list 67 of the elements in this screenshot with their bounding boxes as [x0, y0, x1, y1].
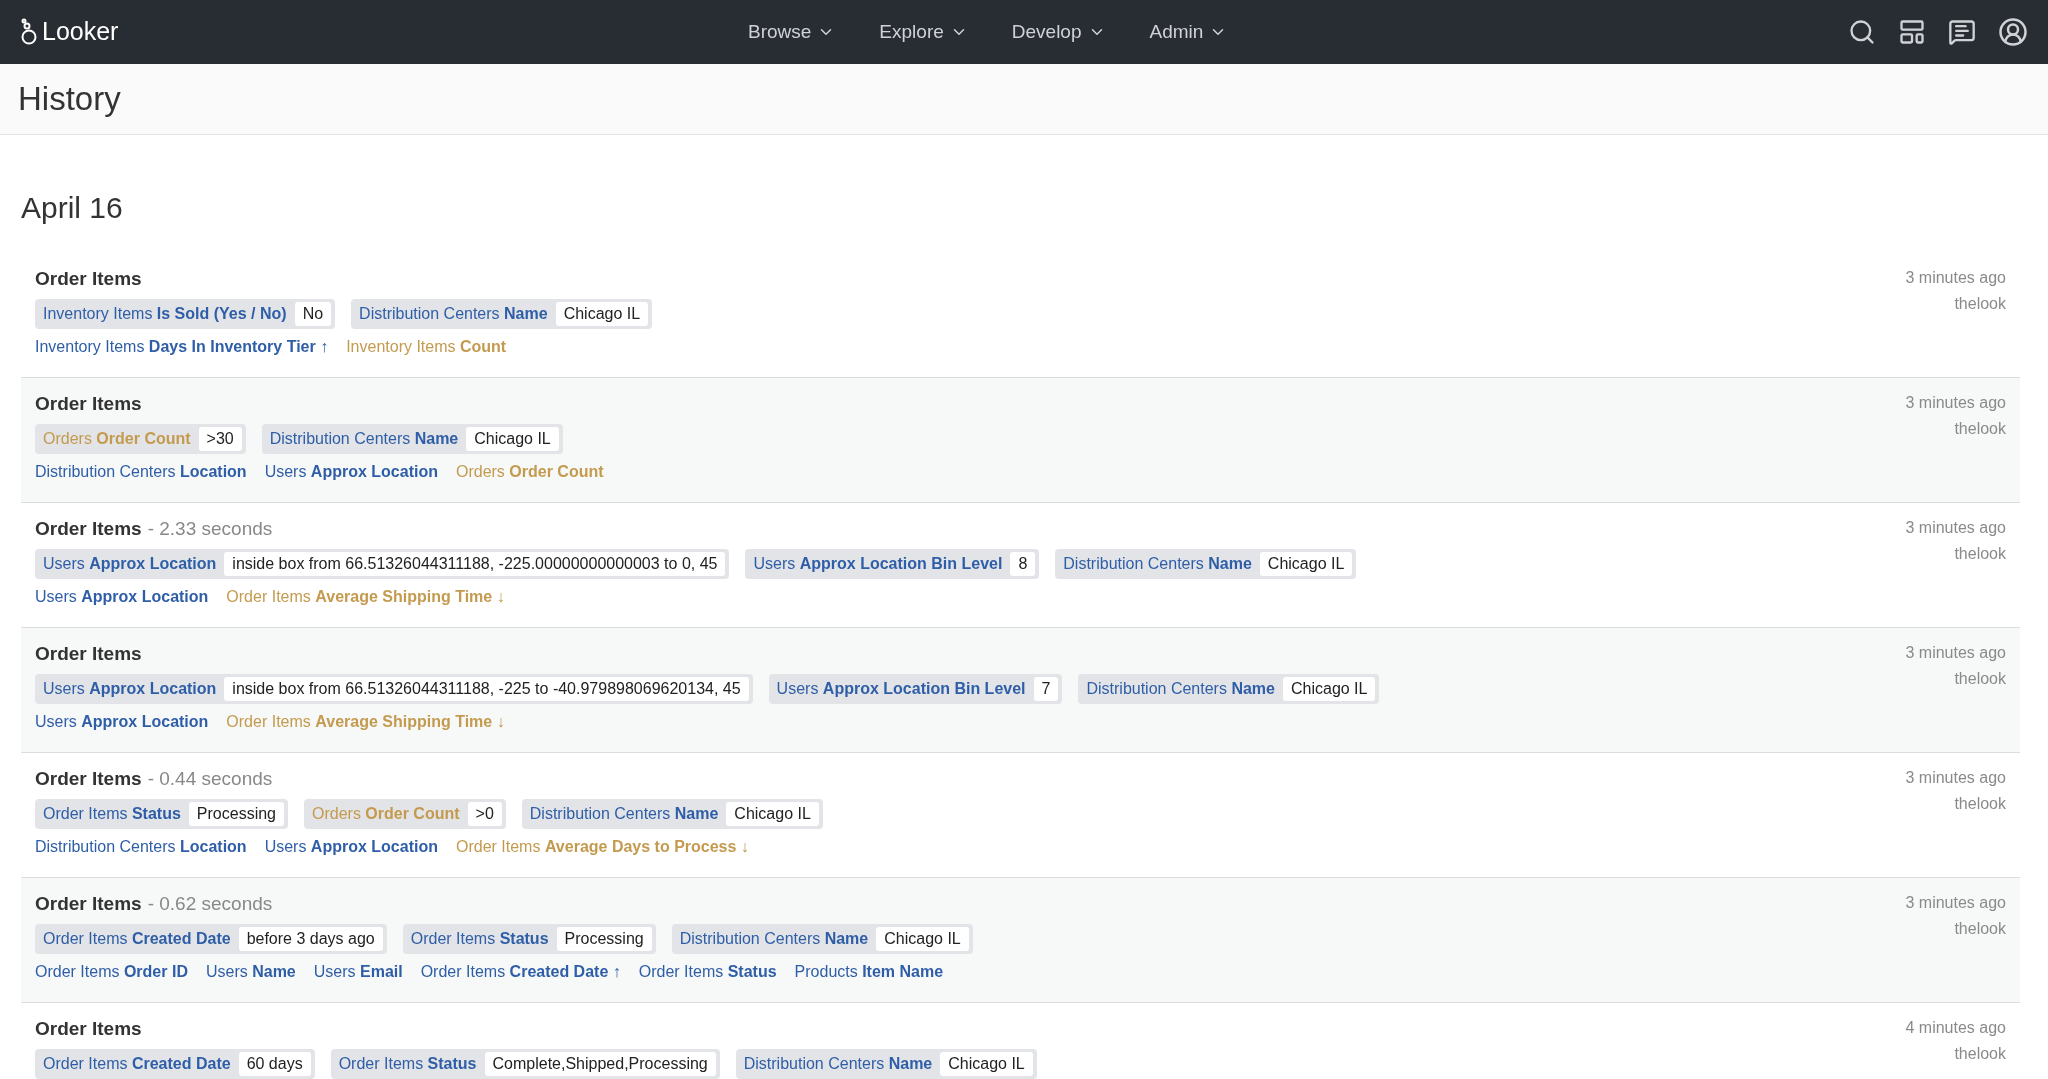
page-title: History — [18, 79, 121, 120]
field-link[interactable]: Order Items Created Date ↑ — [420, 960, 621, 984]
filter-chip: Users Approx Location inside box from 66.51326044311188, -225.00000000000003 to 0, 45 — [35, 549, 730, 579]
filter-chip: Distribution Centers Name Chicago IL — [1078, 674, 1380, 704]
query-user: thelook — [1954, 544, 2006, 564]
brand-name[interactable]: Looker — [42, 13, 119, 51]
field-link[interactable]: Users Approx Location — [264, 460, 438, 484]
filter-chip: Distribution Centers Name Chicago IL — [1055, 549, 1357, 579]
filter-chip: Inventory Items Is Sold (Yes / No) No — [35, 299, 336, 329]
query-user: thelook — [1954, 669, 2006, 689]
logo-icon — [20, 18, 38, 46]
query-duration: - 0.62 seconds — [147, 892, 273, 916]
filter-chip: Distribution Centers Name Chicago IL — [261, 424, 563, 454]
query-duration: - 2.33 seconds — [147, 517, 273, 541]
query-time: 3 minutes ago — [1905, 643, 2006, 663]
query-user: thelook — [1954, 294, 2006, 314]
query-time: 3 minutes ago — [1905, 893, 2006, 913]
query-time: 3 minutes ago — [1905, 518, 2006, 538]
filter-chip: Order Items Status Complete,Shipped,Processing — [330, 1049, 720, 1079]
query-title[interactable]: Order Items — [35, 390, 142, 419]
query-time: 3 minutes ago — [1905, 268, 2006, 288]
filter-chip: Order Items Status Processing — [35, 799, 288, 829]
field-link[interactable]: Distribution Centers Location — [35, 460, 247, 484]
query-user: thelook — [1954, 419, 2006, 439]
query-title[interactable]: Order Items — [35, 1015, 142, 1044]
filter-chip: Order Items Status Processing — [402, 924, 656, 954]
nav-menu[interactable]: Explore — [879, 17, 968, 47]
query-time: 3 minutes ago — [1905, 393, 2006, 413]
filter-chip: Distribution Centers Name Chicago IL — [735, 1049, 1037, 1079]
field-link[interactable]: Products Item Name — [794, 960, 944, 984]
query-user: thelook — [1954, 794, 2006, 814]
field-link[interactable]: Users Approx Location — [264, 835, 438, 859]
field-link[interactable]: Users Name — [205, 960, 296, 984]
query-title[interactable]: Order Items — [35, 640, 142, 669]
nav-menu[interactable]: Admin — [1149, 17, 1228, 47]
account-icon[interactable] — [1998, 17, 2028, 47]
query-title[interactable]: Order Items — [35, 765, 142, 794]
layout-icon[interactable] — [1898, 18, 1926, 46]
query-title[interactable]: Order Items — [35, 515, 142, 544]
field-link[interactable]: Distribution Centers Location — [35, 835, 247, 859]
query-title[interactable]: Order Items — [35, 890, 142, 919]
filter-chip: Orders Order Count >30 — [35, 424, 246, 454]
field-link[interactable]: Order Items Order ID — [35, 960, 188, 984]
field-link[interactable]: Users Email — [313, 960, 403, 984]
query-title[interactable]: Order Items — [35, 265, 142, 294]
filter-chip: Distribution Centers Name Chicago IL — [521, 799, 823, 829]
query-user: thelook — [1954, 1044, 2006, 1064]
query-duration: - 0.44 seconds — [147, 767, 273, 791]
date-heading: April 16 — [21, 190, 124, 225]
nav-menu[interactable]: Browse — [748, 17, 836, 47]
filter-chip: Distribution Centers Name Chicago IL — [671, 924, 973, 954]
filter-chip: Users Approx Location Bin Level 8 — [745, 549, 1040, 579]
field-link[interactable]: Users Approx Location — [35, 710, 209, 734]
filter-chip: Users Approx Location inside box from 66.51326044311188, -225 to -40.979898069620134, 45 — [35, 674, 753, 704]
filter-chip: Orders Order Count >0 — [304, 799, 506, 829]
search-icon[interactable] — [1848, 18, 1876, 46]
field-link[interactable]: Order Items Status — [638, 960, 777, 984]
query-user: thelook — [1954, 919, 2006, 939]
query-time: 4 minutes ago — [1905, 1018, 2006, 1038]
nav-menu[interactable]: Develop — [1011, 17, 1106, 47]
filter-chip: Order Items Created Date before 3 days ago — [35, 924, 387, 954]
filter-chip: Users Approx Location Bin Level 7 — [768, 674, 1063, 704]
filter-chip: Distribution Centers Name Chicago IL — [351, 299, 653, 329]
field-link[interactable]: Users Approx Location — [35, 585, 209, 609]
filter-chip: Order Items Created Date 60 days — [35, 1049, 315, 1079]
query-time: 3 minutes ago — [1905, 768, 2006, 788]
field-link[interactable]: Inventory Items Days In Inventory Tier ↑ — [35, 335, 329, 359]
